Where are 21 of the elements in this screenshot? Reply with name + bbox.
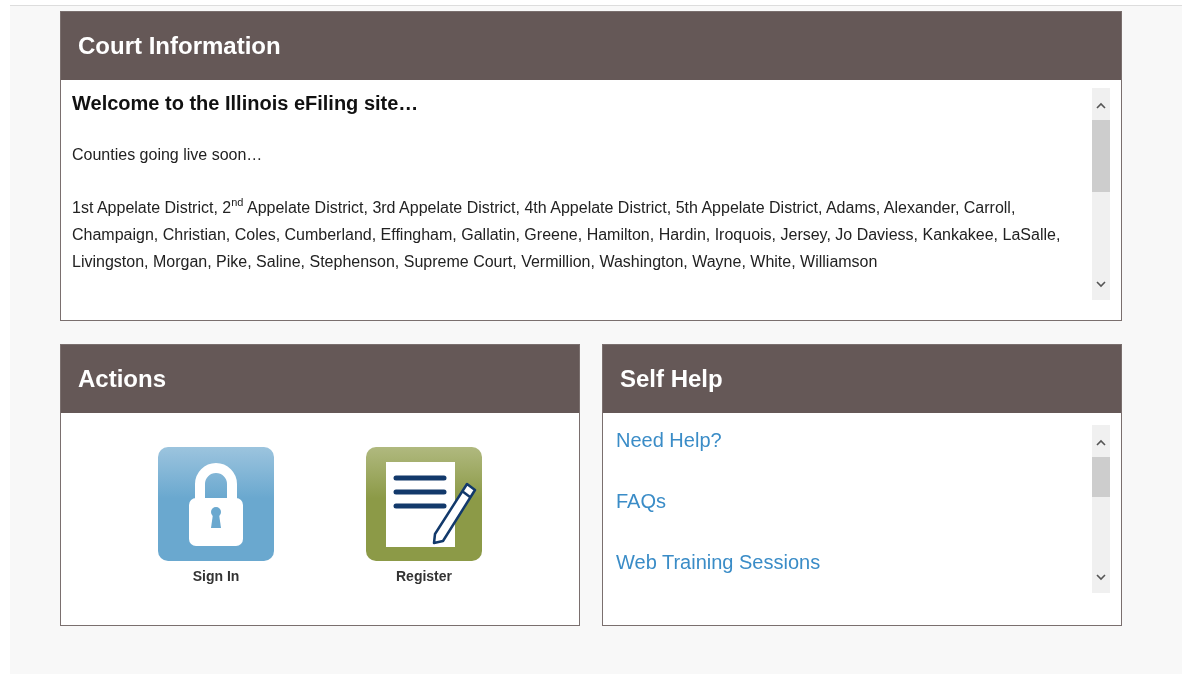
panel-title: Self Help [603,345,1121,413]
action-button[interactable]: Register [365,446,483,584]
panel-title: Actions [61,345,579,413]
scrollbar[interactable] [1092,425,1110,593]
help-link[interactable]: FAQs [616,490,666,513]
help-link[interactable]: Web Training Sessions [616,551,821,574]
scroll-up-icon[interactable] [1095,102,1107,110]
document-pencil-icon [365,446,483,562]
scrollbar-thumb[interactable] [1092,457,1110,497]
county-list-text: 1st Appelate District, 2$^{nd}$ Appelate District, 3rd Appelate District, 4th Appelate District, 5th Appelate District, Adams, Alexander, Carroll, Champaign, Christian, Coles, Cumberland, Effingham, Gallatin, Greene, Hamilton, Hardin, Iroquois, Jersey, Jo Daviess, Kankakee, LaSalle, Livingston, Morgan, Pike, Saline, Stephenson, Supreme Court, Vermillion, Washington, Wayne, White, Williamson [72,195,1062,272]
scroll-down-icon[interactable] [1095,280,1107,288]
action-button[interactable]: Sign In [157,446,275,584]
panel-title: Court Information [61,12,1121,80]
scrollbar-thumb[interactable] [1092,120,1110,192]
subheading-text: Counties going live soon… [72,146,264,164]
scroll-up-icon[interactable] [1095,439,1107,447]
scroll-down-icon[interactable] [1095,573,1107,581]
welcome-heading: Welcome to the Illinois eFiling site… [72,92,420,115]
padlock-icon [157,446,275,562]
scrollbar[interactable] [1092,88,1110,300]
help-link[interactable]: Need Help? [616,429,722,452]
